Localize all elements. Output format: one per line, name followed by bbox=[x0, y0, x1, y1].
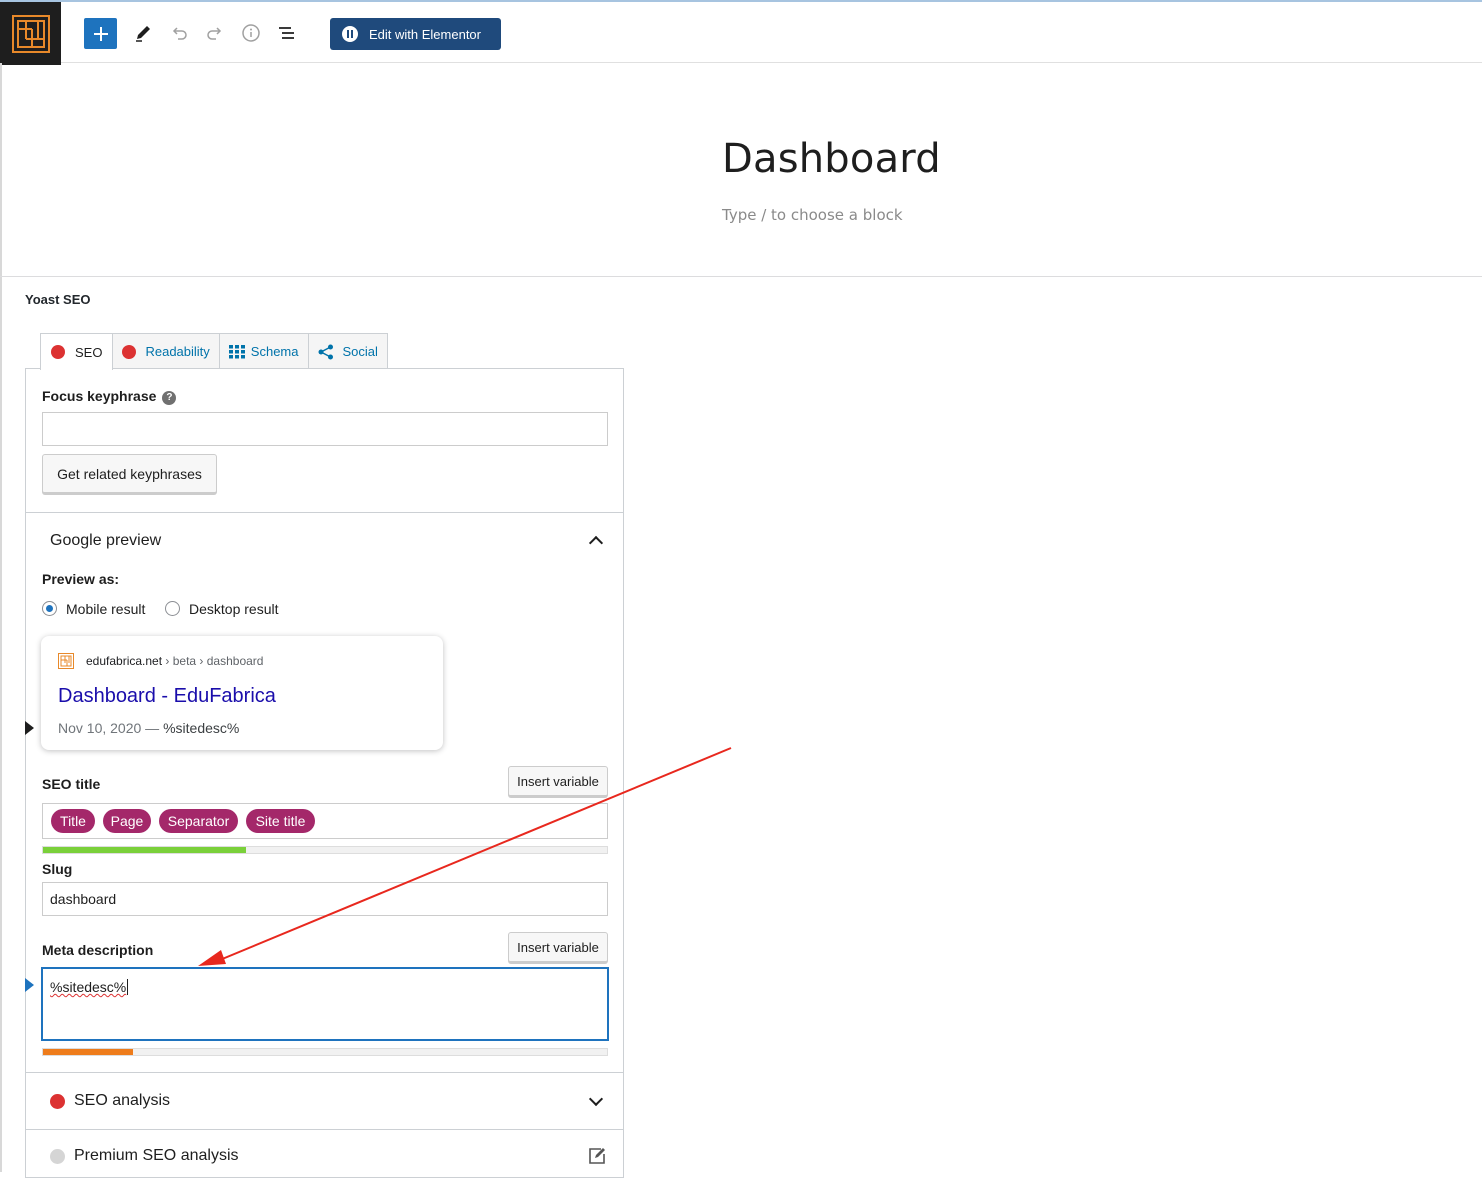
redo-icon bbox=[207, 27, 222, 40]
tab-schema[interactable]: Schema bbox=[218, 333, 309, 369]
slug-input[interactable]: dashboard bbox=[42, 882, 608, 916]
google-preview-title[interactable]: Google preview bbox=[50, 532, 161, 550]
tab-seo[interactable]: SEO bbox=[40, 333, 114, 370]
desktop-result-radio[interactable] bbox=[165, 601, 180, 616]
grid-icon bbox=[228, 344, 245, 358]
tab-seo-label: SEO bbox=[75, 344, 103, 360]
editor-left-border bbox=[0, 63, 2, 1172]
meta-description-progress-fill bbox=[43, 1049, 134, 1055]
tab-social[interactable]: Social bbox=[307, 333, 388, 369]
elementor-icon bbox=[342, 26, 358, 42]
desktop-result-label[interactable]: Desktop result bbox=[189, 601, 278, 617]
seo-analysis-status-icon bbox=[50, 1094, 65, 1109]
meta-description-caret-icon bbox=[25, 978, 34, 992]
share-icon bbox=[318, 344, 333, 359]
focus-keyphrase-label: Focus keyphrase? bbox=[42, 388, 177, 405]
meta-description-value: %sitedesc% bbox=[50, 979, 127, 995]
redo-button[interactable] bbox=[198, 16, 232, 50]
seo-title-tag[interactable]: Title bbox=[51, 809, 95, 833]
snippet-editor-caret-icon bbox=[25, 721, 34, 735]
preview-url: edufabrica.net › beta › dashboard bbox=[86, 654, 263, 668]
edufabrica-logo-icon bbox=[11, 14, 50, 53]
preview-date: Nov 10, 2020 bbox=[58, 720, 142, 736]
seo-title-label: SEO title bbox=[42, 776, 101, 792]
slug-label: Slug bbox=[42, 861, 73, 877]
readability-status-dot-icon bbox=[122, 344, 137, 359]
meta-description-insert-variable-button[interactable]: Insert variable bbox=[508, 932, 608, 963]
undo-button[interactable] bbox=[162, 16, 196, 50]
edit-mode-button[interactable] bbox=[126, 16, 160, 50]
focus-keyphrase-input[interactable] bbox=[42, 412, 608, 446]
outline-button[interactable] bbox=[270, 16, 304, 50]
mobile-result-label[interactable]: Mobile result bbox=[66, 601, 145, 617]
editor-toolbar: Edit with Elementor bbox=[0, 0, 1482, 65]
meta-description-label: Meta description bbox=[42, 942, 154, 958]
preview-path: › beta › dashboard bbox=[162, 654, 264, 668]
preview-domain: edufabrica.net bbox=[86, 654, 163, 668]
section-divider bbox=[26, 1129, 623, 1130]
preview-dash: — bbox=[141, 720, 164, 736]
meta-description-progress-bar bbox=[42, 1048, 608, 1056]
yoast-panel-title[interactable]: Yoast SEO bbox=[25, 292, 91, 307]
add-block-button[interactable] bbox=[84, 18, 117, 49]
section-divider bbox=[26, 1072, 623, 1073]
favicon-icon bbox=[58, 653, 74, 669]
seo-title-tag[interactable]: Page bbox=[103, 809, 151, 833]
site-logo[interactable] bbox=[0, 2, 61, 65]
section-divider bbox=[26, 512, 623, 513]
seo-status-dot-icon bbox=[51, 345, 65, 359]
preview-description: Nov 10, 2020 — %sitedesc% bbox=[58, 720, 239, 736]
plus-icon bbox=[93, 26, 108, 41]
get-related-keyphrases-button[interactable]: Get related keyphrases bbox=[42, 454, 217, 494]
details-button[interactable] bbox=[234, 16, 268, 50]
yoast-tabs: SEO Readability Schema Social bbox=[40, 333, 388, 370]
seo-title-progress-bar bbox=[42, 846, 608, 854]
elementor-button-label: Edit with Elementor bbox=[369, 26, 481, 42]
edit-external-icon[interactable] bbox=[587, 1146, 607, 1166]
seo-title-progress-fill bbox=[43, 847, 247, 853]
preview-title: Dashboard - EduFabrica bbox=[58, 685, 276, 707]
premium-analysis-status-icon bbox=[50, 1149, 65, 1164]
text-cursor bbox=[127, 979, 129, 995]
focus-keyphrase-label-text: Focus keyphrase bbox=[42, 388, 157, 404]
pencil-icon bbox=[136, 26, 150, 42]
undo-icon bbox=[172, 27, 187, 40]
post-title[interactable]: Dashboard bbox=[722, 136, 941, 182]
seo-analysis-title[interactable]: SEO analysis bbox=[74, 1092, 170, 1110]
seo-title-tag[interactable]: Site title bbox=[246, 809, 315, 833]
tab-social-label: Social bbox=[342, 344, 378, 359]
edit-with-elementor-button[interactable]: Edit with Elementor bbox=[330, 18, 501, 50]
google-preview-card: edufabrica.net › beta › dashboard Dashbo… bbox=[41, 636, 443, 750]
metabox-divider bbox=[0, 276, 1482, 277]
mobile-result-radio[interactable] bbox=[42, 601, 57, 616]
meta-description-input[interactable]: %sitedesc% bbox=[42, 968, 608, 1040]
seo-title-tag[interactable]: Separator bbox=[159, 809, 238, 833]
preview-as-label: Preview as: bbox=[42, 571, 120, 587]
info-icon bbox=[242, 24, 260, 42]
tab-schema-label: Schema bbox=[250, 344, 299, 359]
help-icon[interactable]: ? bbox=[162, 391, 177, 405]
preview-desc-text: %sitedesc% bbox=[163, 720, 240, 736]
list-view-icon bbox=[279, 27, 294, 39]
premium-seo-analysis-title[interactable]: Premium SEO analysis bbox=[74, 1147, 239, 1165]
tab-readability-label: Readability bbox=[145, 344, 210, 359]
block-placeholder[interactable]: Type / to choose a block bbox=[722, 206, 903, 224]
tab-readability[interactable]: Readability bbox=[112, 333, 220, 369]
seo-title-insert-variable-button[interactable]: Insert variable bbox=[508, 766, 608, 797]
